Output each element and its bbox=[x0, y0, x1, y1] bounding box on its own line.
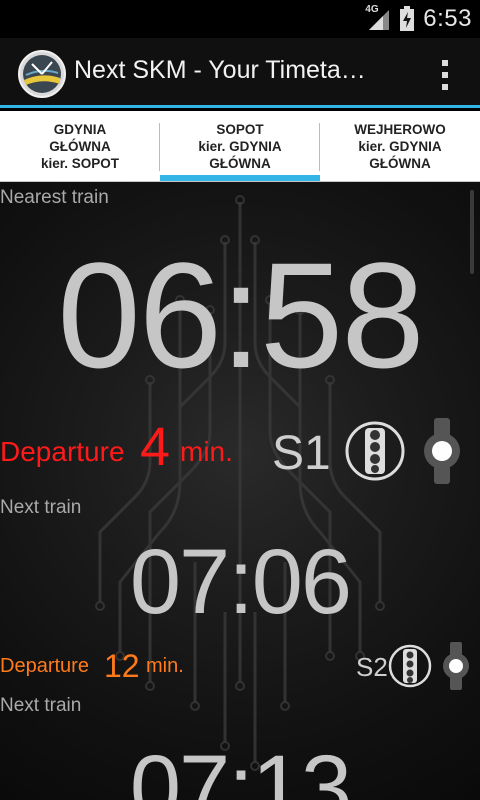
overflow-menu-icon[interactable] bbox=[440, 60, 450, 90]
departure-minutes: 12 bbox=[104, 648, 140, 684]
tab-label-line2: kier. GDYNIA bbox=[198, 138, 282, 154]
app-logo-icon[interactable] bbox=[18, 50, 66, 98]
signal-indicator: 4G bbox=[365, 4, 391, 32]
network-type-label: 4G bbox=[365, 4, 379, 15]
tab-label-line1: WEJHEROWO bbox=[354, 121, 446, 137]
nearest-train-label: Nearest train bbox=[0, 187, 109, 208]
station-location-icon[interactable] bbox=[420, 418, 464, 484]
battery-charging-icon bbox=[400, 6, 415, 31]
tab-label-line3: GŁÓWNA bbox=[209, 155, 271, 171]
departure-row: Departure 12 min. S2 bbox=[0, 642, 480, 692]
next-train-time: 07:06 bbox=[129, 531, 352, 633]
status-bar: 4G 6:53 bbox=[0, 0, 480, 38]
tab-label-line1: GDYNIA bbox=[53, 121, 107, 137]
route-stops-icon[interactable] bbox=[388, 644, 432, 688]
tab-sopot[interactable]: SOPOT kier. GDYNIA GŁÓWNA bbox=[160, 111, 320, 181]
next-train-label: Next train bbox=[0, 695, 82, 716]
nearest-train-time: 06:58 bbox=[57, 231, 424, 399]
departure-minutes: 4 bbox=[140, 417, 171, 477]
station-tabs: GDYNIA GŁÓWNA kier. SOPOT SOPOT kier. GD… bbox=[0, 111, 480, 182]
next-train-time: 07:13 bbox=[129, 737, 352, 800]
departure-label: Departure bbox=[0, 436, 125, 467]
line-code-label: S2 bbox=[356, 652, 388, 682]
station-location-icon[interactable] bbox=[440, 642, 472, 690]
departure-row: Departure 4 min. S1 bbox=[0, 417, 480, 484]
status-clock: 6:53 bbox=[423, 5, 472, 32]
next-train-label: Next train bbox=[0, 497, 82, 518]
tab-label-line2: GŁÓWNA bbox=[49, 138, 111, 154]
departure-label: Departure bbox=[0, 655, 89, 677]
tab-label-line1: SOPOT bbox=[216, 121, 264, 137]
tab-wejherowo[interactable]: WEJHEROWO kier. GDYNIA GŁÓWNA bbox=[320, 111, 480, 181]
route-stops-icon[interactable] bbox=[344, 420, 406, 482]
tab-label-line3: GŁÓWNA bbox=[369, 155, 431, 171]
status-icons: 4G 6:53 bbox=[365, 4, 472, 34]
timetable-content[interactable]: Nearest train 06:58 Departure 4 min. S1 … bbox=[0, 182, 480, 800]
app-title: Next SKM - Your Timeta… bbox=[74, 56, 366, 84]
tab-gdynia-glowna[interactable]: GDYNIA GŁÓWNA kier. SOPOT bbox=[0, 111, 160, 181]
departure-unit: min. bbox=[146, 655, 184, 677]
line-code-label: S1 bbox=[272, 427, 331, 480]
action-bar: Next SKM - Your Timeta… bbox=[0, 38, 480, 108]
departure-unit: min. bbox=[180, 436, 233, 467]
tab-label-line2: kier. GDYNIA bbox=[358, 138, 442, 154]
tab-label-line3: kier. SOPOT bbox=[40, 155, 120, 171]
